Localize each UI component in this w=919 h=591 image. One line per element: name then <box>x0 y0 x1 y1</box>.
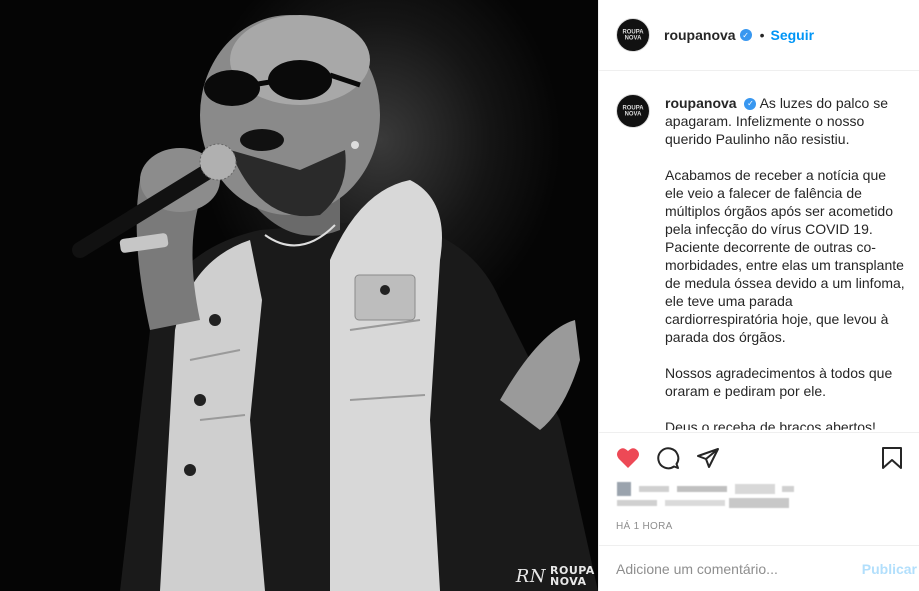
likes-blurred <box>617 480 905 516</box>
caption-paragraph: Deus o receba de braços abertos! <box>665 419 876 430</box>
heart-filled-icon <box>617 447 639 468</box>
watermark-text: ROUPA NOVA <box>550 564 595 588</box>
blurred-text <box>639 486 669 492</box>
blurred-text <box>677 486 727 492</box>
caption-avatar[interactable]: ROUPA NOVA <box>616 94 650 128</box>
blurred-text <box>735 484 775 494</box>
blurred-text <box>782 486 794 492</box>
share-button[interactable] <box>695 445 721 471</box>
comment-icon <box>657 446 680 469</box>
bookmark-icon <box>882 447 902 469</box>
save-button[interactable] <box>879 445 905 471</box>
comment-button[interactable] <box>655 445 681 471</box>
avatar-text: ROUPA NOVA <box>622 29 644 41</box>
blurred-text <box>665 500 725 506</box>
blurred-text <box>617 500 657 506</box>
caption-row: ROUPA NOVA roupanova ✓ As luzes do palco… <box>616 94 905 430</box>
watermark-mark: RN <box>515 565 546 587</box>
post-timestamp[interactable]: HÁ 1 HORA <box>616 521 673 532</box>
header-separator: • <box>759 27 765 43</box>
singer-photo-illustration <box>72 15 598 591</box>
caption-avatar-text: ROUPA NOVA <box>622 105 644 117</box>
caption-username[interactable]: roupanova <box>665 95 737 111</box>
like-button[interactable] <box>615 445 641 471</box>
verified-badge-icon: ✓ <box>744 98 757 111</box>
verified-badge-icon: ✓ <box>739 29 752 41</box>
avatar[interactable]: ROUPA NOVA <box>616 18 650 52</box>
comments-section[interactable]: ROUPA NOVA roupanova ✓ As luzes do palco… <box>599 72 919 430</box>
comment-form: Publicar <box>599 545 919 591</box>
watermark-logo: RN ROUPA NOVA <box>515 564 595 588</box>
post-header: ROUPA NOVA roupanova ✓ • Seguir <box>599 0 919 71</box>
header-username[interactable]: roupanova <box>664 27 736 43</box>
follow-button[interactable]: Seguir <box>770 27 814 43</box>
publish-button[interactable]: Publicar <box>852 561 917 577</box>
caption-paragraph: Acabamos de receber a notícia que ele ve… <box>665 167 905 345</box>
paper-plane-icon <box>697 447 719 468</box>
blurred-avatar <box>617 482 631 496</box>
comment-input[interactable] <box>616 560 852 577</box>
caption-text: roupanova ✓ As luzes do palco se apagara… <box>665 94 905 430</box>
post-side-panel: ROUPA NOVA roupanova ✓ • Seguir ROUPA NO… <box>598 0 919 591</box>
action-bar <box>599 432 919 482</box>
caption-paragraph: Nossos agradecimentos à todos que oraram… <box>665 365 893 399</box>
blurred-text <box>729 498 789 508</box>
post-photo[interactable]: RN ROUPA NOVA <box>0 0 598 591</box>
